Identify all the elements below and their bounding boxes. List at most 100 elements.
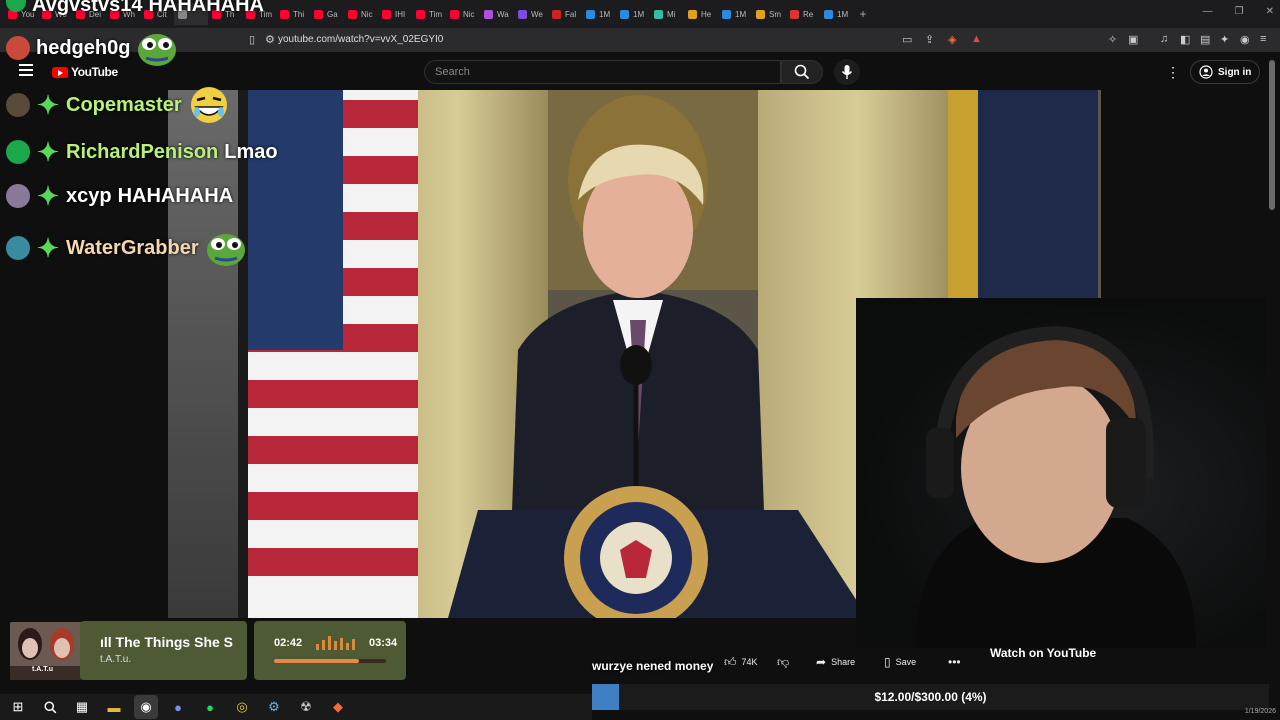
task-view-icon[interactable]: ▦: [70, 695, 94, 719]
new-tab-button[interactable]: +: [854, 7, 872, 21]
sign-in-button[interactable]: Sign in: [1190, 60, 1261, 84]
tab-label: IHI: [395, 9, 406, 19]
tab-label: Sm: [769, 9, 781, 19]
rewards-icon[interactable]: ▲: [971, 33, 982, 45]
playback-time-box: 02:42 03:34: [254, 621, 406, 680]
chrome-icon[interactable]: ◎: [230, 695, 254, 719]
search-input[interactable]: Search: [424, 60, 781, 84]
tab-label: Tim: [429, 9, 443, 19]
song-progress-fill: [274, 659, 360, 663]
browser-tab[interactable]: 1M: [820, 3, 854, 25]
chat-username: WaterGrabber: [66, 236, 199, 259]
dislike-button[interactable]: 👎︎: [777, 652, 789, 672]
tab-favicon-icon: [688, 9, 697, 19]
more-horizontal-icon: •••: [948, 655, 961, 669]
extension-icon[interactable]: ▣: [1128, 33, 1138, 46]
brave-shield-icon[interactable]: ◈: [948, 33, 956, 46]
browser-tab[interactable]: He: [684, 3, 718, 25]
taskbar-search-icon[interactable]: [38, 695, 62, 719]
browser-tab[interactable]: Mi: [650, 3, 684, 25]
account-icon: [1199, 65, 1213, 79]
browser-tab[interactable]: Re: [786, 3, 820, 25]
obs-icon[interactable]: ◉: [134, 695, 158, 719]
wallet-icon[interactable]: ▤: [1200, 33, 1210, 46]
tab-favicon-icon: [518, 9, 527, 19]
tab-favicon-icon: [314, 9, 323, 19]
tab-label: Wa: [497, 9, 509, 19]
spotify-icon[interactable]: ●: [198, 695, 222, 719]
browser-tab[interactable]: We: [514, 3, 548, 25]
save-label: Save: [895, 657, 917, 667]
page-scrollbar[interactable]: [1269, 60, 1275, 210]
browser-tab[interactable]: Tim: [412, 3, 446, 25]
steam-icon[interactable]: ⚙: [262, 695, 286, 719]
share-button[interactable]: ➦ Share: [816, 652, 855, 672]
tab-label: Re: [803, 9, 814, 19]
file-explorer-icon[interactable]: ▬: [102, 695, 126, 719]
chat-message: ✦ Copemaster: [6, 85, 230, 125]
browser-tab[interactable]: 1M: [616, 3, 650, 25]
chat-text: HAHAHAHA: [117, 184, 234, 207]
extension-icon[interactable]: ✧: [1108, 33, 1117, 46]
subscriber-badge-icon: ✦: [37, 90, 59, 120]
app-icon[interactable]: ☢: [294, 695, 318, 719]
vpn-icon[interactable]: ◉: [1240, 33, 1250, 46]
chat-user-avatar: [6, 36, 30, 60]
voice-search-button[interactable]: [834, 59, 860, 85]
restore-icon[interactable]: ❐: [1235, 6, 1244, 17]
browser-tab[interactable]: 1M: [718, 3, 752, 25]
tab-favicon-icon: [654, 9, 663, 19]
browser-tab[interactable]: Ga: [310, 3, 344, 25]
window-controls: — ❐ ✕: [1203, 6, 1274, 17]
search-button[interactable]: [781, 60, 823, 84]
close-icon[interactable]: ✕: [1266, 6, 1274, 17]
like-count: 74K: [741, 657, 758, 667]
music-icon[interactable]: ♫: [1160, 33, 1168, 45]
browser-tab[interactable]: Wa: [480, 3, 514, 25]
url-text[interactable]: youtube.com/watch?v=vvX_02EGYI0: [278, 34, 443, 45]
now-playing-box: ıll The Things She S t.A.T.u.: [80, 621, 247, 680]
more-options-icon[interactable]: ⋮: [1166, 64, 1180, 81]
tab-favicon-icon: [824, 9, 833, 19]
site-settings-icon[interactable]: ⚙: [265, 33, 275, 46]
brave-icon[interactable]: ◆: [326, 695, 350, 719]
american-flag: [238, 90, 418, 618]
screen-icon[interactable]: ▭: [902, 33, 912, 46]
minimize-icon[interactable]: —: [1203, 6, 1213, 17]
tab-favicon-icon: [552, 9, 561, 19]
share-page-icon[interactable]: ⇪: [925, 33, 934, 46]
browser-tab[interactable]: 1M: [582, 3, 616, 25]
tab-favicon-icon: [790, 9, 799, 19]
watch-on-youtube-link[interactable]: Watch on YouTube: [990, 646, 1096, 660]
song-artist: t.A.T.u.: [100, 654, 132, 665]
album-text: t.A.T.u: [32, 666, 53, 673]
bookmark-icon[interactable]: ▯: [249, 33, 255, 46]
leo-icon[interactable]: ✦: [1220, 33, 1229, 46]
total-time: 03:34: [369, 637, 398, 649]
tab-favicon-icon: [586, 9, 595, 19]
tab-label: Thi: [293, 9, 305, 19]
elapsed-time: 02:42: [274, 637, 303, 649]
like-button[interactable]: 👍︎ 74K: [724, 652, 758, 672]
sidebar-icon[interactable]: ◧: [1180, 33, 1190, 46]
browser-tab[interactable]: Nic: [446, 3, 480, 25]
tab-label: 1M: [735, 9, 747, 19]
windows-start-icon[interactable]: ⊞: [6, 695, 30, 719]
menu-icon[interactable]: ≡: [1260, 33, 1266, 45]
chat-message: ✦ xcyp HAHAHAHA: [6, 183, 234, 209]
discord-icon[interactable]: ●: [166, 695, 190, 719]
browser-tab[interactable]: Fal: [548, 3, 582, 25]
browser-tab[interactable]: Thi: [276, 3, 310, 25]
more-actions-button[interactable]: •••: [948, 652, 961, 672]
browser-tab[interactable]: IHI: [378, 3, 412, 25]
chat-username: Copemaster: [66, 93, 182, 116]
tab-label: Ga: [327, 9, 338, 19]
browser-tab[interactable]: Nic: [344, 3, 378, 25]
browser-tab[interactable]: Sm: [752, 3, 786, 25]
chat-username: xcyp: [66, 184, 112, 207]
pepe-emote-icon: [136, 28, 178, 68]
tab-favicon-icon: [280, 9, 289, 19]
tab-favicon-icon: [484, 9, 493, 19]
chat-username: hedgeh0g: [36, 36, 131, 59]
save-button[interactable]: ▯ Save: [884, 652, 916, 672]
